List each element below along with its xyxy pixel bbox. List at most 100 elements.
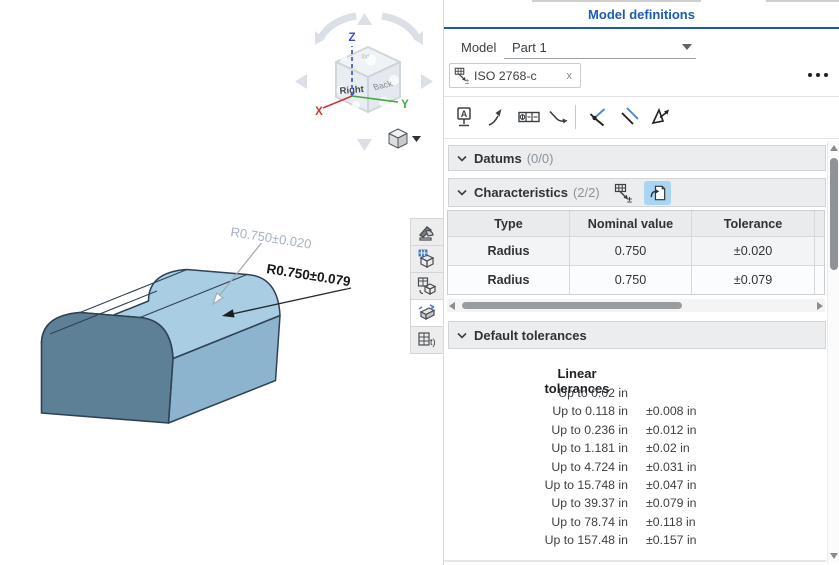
intersection-tool-button[interactable] [585, 104, 611, 130]
parallel-tool-button[interactable] [617, 104, 643, 130]
axis-z-label: Z [348, 32, 355, 44]
panel-vertical-scrollbar[interactable] [827, 141, 839, 563]
col-header-extra [815, 211, 824, 237]
dimension-leader-button[interactable] [484, 104, 510, 130]
svg-text:±: ± [465, 77, 469, 84]
intersection-icon [586, 105, 610, 129]
scroll-left-arrow-icon[interactable] [449, 302, 455, 310]
table-row[interactable]: Radius 0.750 ±0.079 [448, 266, 824, 294]
tab-custom-tables[interactable]: t) [410, 326, 444, 354]
cell-extra [815, 237, 824, 266]
section-datums[interactable]: Datums (0/0) [448, 145, 826, 171]
cell-tolerance[interactable]: ±0.079 [692, 266, 815, 294]
view-options-caret-icon [412, 136, 421, 142]
parallel-lines-icon [618, 105, 642, 129]
more-options-button[interactable] [808, 73, 828, 77]
svg-text:A: A [461, 109, 468, 119]
add-tolerance-table-button[interactable]: ± [612, 181, 636, 205]
tolerance-table-icon: ± [614, 183, 634, 203]
profile-tolerance-icon [648, 105, 672, 129]
tolerance-value: ±0.079 in [646, 494, 796, 512]
model-definitions-panel: Model definitions Model Part 1 ± ISO 276… [443, 0, 839, 565]
cell-type[interactable]: Radius [448, 266, 570, 294]
chevron-down-icon[interactable] [682, 44, 692, 50]
profile-tolerance-button[interactable] [647, 104, 673, 130]
model-label: Model [461, 40, 496, 55]
tolerance-value [646, 384, 796, 402]
chip-close-button[interactable]: x [567, 70, 573, 82]
cell-nominal[interactable]: 0.750 [570, 237, 692, 266]
apply-characteristics-button[interactable] [644, 181, 671, 205]
vertical-scrollbar-thumb[interactable] [830, 158, 838, 270]
table-row[interactable]: Radius 0.750 ±0.020 [448, 237, 824, 266]
toolbar-separator [575, 105, 576, 129]
panel-title-rule [444, 27, 839, 29]
model-definitions-icon [417, 303, 437, 323]
section-characteristics-label: Characteristics [474, 185, 568, 200]
tolerance-value: ±0.031 in [646, 458, 796, 476]
tolerance-value: ±0.047 in [646, 476, 796, 494]
datum-feature-icon: A [453, 105, 477, 129]
model-views-icon [417, 249, 437, 269]
tolerance-range: Up to 4.724 in [444, 458, 628, 476]
panel-title: Model definitions [444, 7, 839, 22]
viewcube-arrow-up [357, 13, 372, 25]
characteristics-table: Type Nominal value Tolerance Radius 0.75… [447, 210, 825, 295]
viewcube-arrow-down [357, 139, 372, 151]
cell-tolerance[interactable]: ±0.020 [692, 237, 815, 266]
custom-tables-icon: t) [417, 330, 437, 350]
tab-named-views-table[interactable] [410, 272, 444, 300]
section-default-tolerances[interactable]: Default tolerances [448, 321, 826, 349]
panel-bottom-edge [444, 560, 826, 562]
view-options-cube-icon[interactable] [389, 129, 421, 148]
tab-model-views[interactable] [410, 245, 444, 273]
view-cube[interactable]: Top Right Back [336, 47, 400, 112]
tolerance-range: Up to 0.236 in [444, 421, 628, 439]
model-select-underline [504, 58, 696, 59]
angle-leader-button[interactable] [545, 104, 571, 130]
svg-text:t): t) [430, 337, 436, 347]
table-horizontal-scrollbar[interactable] [447, 299, 825, 312]
tolerance-value: ±0.157 in [646, 531, 796, 549]
cell-type[interactable]: Radius [448, 237, 570, 266]
chevron-down-icon[interactable] [457, 332, 467, 339]
viewcube-arrow-left [295, 74, 307, 89]
tolerance-value: ±0.012 in [646, 421, 796, 439]
feature-control-frame-button[interactable] [516, 104, 542, 130]
col-header-nominal[interactable]: Nominal value [570, 211, 692, 237]
dimension-leader-icon [485, 105, 509, 129]
viewport-3d[interactable]: Top Right Back Z X Y [0, 0, 443, 565]
tolerance-table-icon: ± [454, 67, 471, 84]
scroll-up-arrow-icon[interactable] [830, 145, 838, 151]
tolerance-range: Up to 0.118 in [444, 402, 628, 420]
annotation-text-1[interactable]: R0.750±0.020 [230, 224, 313, 252]
part-3d[interactable] [42, 270, 281, 424]
section-characteristics[interactable]: Characteristics (2/2) ± [448, 178, 826, 207]
annotation-text-2[interactable]: R0.750±0.079 [266, 261, 352, 289]
tolerance-value: ±0.02 in [646, 439, 796, 457]
model-select[interactable]: Part 1 [512, 40, 547, 55]
chevron-down-icon[interactable] [457, 189, 467, 196]
tab-model-definitions[interactable] [410, 299, 444, 327]
tolerance-value: ±0.008 in [646, 402, 796, 420]
background-tab-edge [766, 0, 839, 2]
col-header-tolerance[interactable]: Tolerance [692, 211, 815, 237]
tolerance-range: Up to 157.48 in [444, 531, 628, 549]
apply-characteristics-icon [648, 183, 668, 203]
datum-feature-button[interactable]: A [452, 104, 478, 130]
tolerance-range: Up to 0.02 in [444, 384, 628, 402]
app-window: Top Right Back Z X Y [0, 0, 839, 565]
scroll-right-arrow-icon[interactable] [817, 302, 823, 310]
tab-appearance[interactable] [410, 218, 444, 246]
chevron-down-icon[interactable] [457, 155, 467, 162]
cell-nominal[interactable]: 0.750 [570, 266, 692, 294]
scroll-down-arrow-icon[interactable] [830, 553, 838, 559]
tolerance-range: Up to 78.74 in [444, 513, 628, 531]
axis-x-label: X [315, 106, 323, 118]
horizontal-scrollbar-thumb[interactable] [462, 302, 682, 309]
standard-chip[interactable]: ± ISO 2768-c x [449, 63, 581, 88]
appearance-icon [417, 222, 437, 242]
viewcube-arrow-right [421, 74, 433, 89]
divider [444, 138, 839, 139]
col-header-type[interactable]: Type [448, 211, 570, 237]
